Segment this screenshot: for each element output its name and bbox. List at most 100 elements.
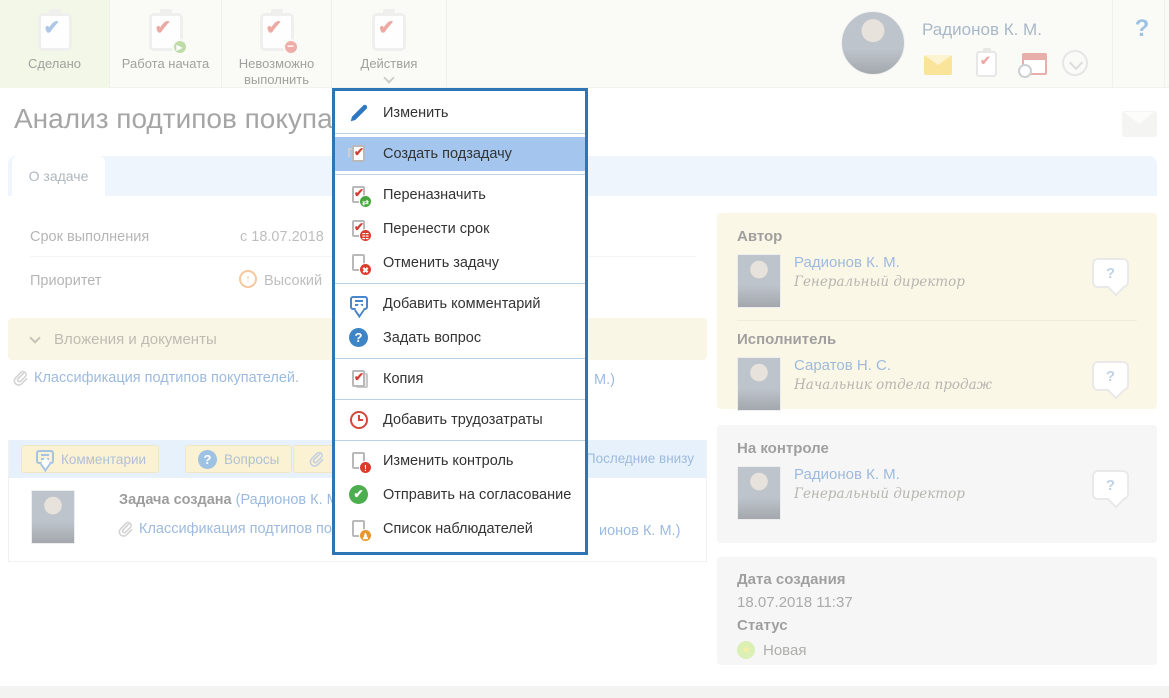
executor-avatar (737, 357, 781, 411)
actions-button[interactable]: ✔ Действия (332, 0, 447, 88)
observers-icon: ♟ (348, 518, 372, 542)
actions-dropdown-menu: Изменить ✔ Создать подзадачу ✔ ⇄ Переназн… (332, 88, 588, 555)
calendar-icon[interactable] (1018, 53, 1047, 78)
help-button[interactable]: ? (1120, 15, 1164, 43)
subtask-icon: ✔ (348, 143, 370, 165)
cancel-task-icon: ✖ (348, 252, 372, 276)
question-icon: ? (198, 449, 217, 469)
clock-icon (348, 409, 370, 431)
clipboard-check-minus-icon: ✔ − (259, 13, 299, 55)
menu-divider (335, 283, 585, 284)
menu-item-reassign[interactable]: ✔ ⇄ Переназначить (335, 178, 585, 212)
chevron-down-circle-icon[interactable] (1062, 50, 1088, 76)
meta-card: Дата создания 18.07.2018 11:37 Статус ★ … (717, 557, 1157, 665)
menu-item-reschedule[interactable]: ✔ ☷ Перенести срок (335, 212, 585, 246)
page-title: Анализ подтипов покупат (14, 103, 345, 134)
menu-item-label: Задать вопрос (383, 330, 482, 346)
menu-item-cancel-task[interactable]: ✖ Отменить задачу (335, 246, 585, 280)
menu-item-label: Создать подзадачу (383, 146, 512, 162)
menu-item-label: Добавить комментарий (383, 296, 541, 312)
attachments-section-label: Вложения и документы (54, 330, 217, 348)
author-role: Генеральный директор (794, 274, 965, 290)
comment-entry-title: Задача создана (119, 492, 232, 508)
sort-order-link[interactable]: Последние внизу (586, 451, 694, 466)
status-new-star-icon: ★ (737, 641, 755, 659)
questions-tab-button[interactable]: ? Вопросы (185, 445, 293, 473)
clipboard-check-play-icon: ✔ ▶ (148, 13, 188, 55)
menu-item-label: Изменить контроль (383, 453, 514, 469)
author-name[interactable]: Радионов К. М. (794, 254, 965, 271)
control-avatar (737, 466, 781, 520)
menu-item-observers[interactable]: ♟ Список наблюдателей (335, 512, 585, 546)
clipboard-blue-check-icon: ✔ (37, 13, 72, 51)
comment-author-avatar (31, 490, 75, 544)
comment-entry-author[interactable]: (Радионов К. М. (236, 492, 343, 508)
menu-item-label: Изменить (383, 105, 449, 121)
control-label: На контроле (737, 440, 829, 457)
menu-item-add-timesheet[interactable]: Добавить трудозатраты (335, 403, 585, 437)
paperclip-icon (309, 451, 324, 467)
menu-divider (335, 399, 585, 400)
priority-value: Высокий (264, 273, 323, 289)
priority-label: Приоритет (30, 273, 102, 289)
work-started-button[interactable]: ✔ ▶ Работа начата (110, 0, 222, 88)
control-name[interactable]: Радионов К. М. (794, 466, 965, 483)
reassign-icon: ✔ ⇄ (348, 184, 372, 208)
comments-tab-button[interactable]: Комментарии (21, 445, 160, 473)
impossible-button[interactable]: ✔ − Невозможно выполнить (222, 0, 332, 88)
send-mail-icon[interactable] (1122, 111, 1157, 137)
header-divider (1112, 0, 1113, 88)
status-value: Новая (763, 641, 807, 659)
user-avatar[interactable] (841, 11, 905, 75)
people-card: Автор Радионов К. М. Генеральный директо… (717, 213, 1157, 411)
copy-icon: ✔ (348, 368, 370, 390)
menu-item-label: Отменить задачу (383, 255, 500, 271)
mail-icon[interactable] (924, 55, 952, 75)
tab-about-task[interactable]: О задаче (12, 156, 105, 196)
executor-name[interactable]: Саратов Н. С. (794, 357, 992, 374)
question-icon: ? (348, 327, 370, 349)
comment-icon (34, 450, 54, 468)
menu-item-copy[interactable]: ✔ Копия (335, 362, 585, 396)
deadline-value: с 18.07.2018 (240, 229, 324, 245)
attachment-link-tail[interactable]: М.) (594, 372, 615, 388)
menu-item-send-approval[interactable]: ✔ Отправить на согласование (335, 478, 585, 512)
comment-attachment-link[interactable]: Классификация подтипов поку (139, 521, 346, 537)
menu-item-label: Перенести срок (383, 221, 490, 237)
comment-icon (348, 293, 370, 315)
menu-item-label: Переназначить (383, 187, 486, 203)
comment-attachment-tail[interactable]: ионов К. М.) (599, 523, 680, 539)
chevron-down-icon (29, 331, 41, 344)
menu-item-ask-question[interactable]: ? Задать вопрос (335, 321, 585, 355)
menu-item-label: Копия (383, 371, 424, 387)
control-icon: ! (348, 450, 372, 474)
done-button[interactable]: ✔ Сделано (0, 0, 110, 88)
menu-item-change-control[interactable]: ! Изменить контроль (335, 444, 585, 478)
attachment-row: Классификация подтипов покупателей. (12, 370, 299, 386)
author-person: Радионов К. М. Генеральный директор ? (737, 254, 1137, 308)
menu-divider (335, 358, 585, 359)
user-name[interactable]: Радионов К. М. (922, 20, 1042, 40)
paperclip-icon (13, 370, 28, 386)
work-started-button-label: Работа начата (121, 56, 210, 71)
control-role: Генеральный директор (794, 486, 965, 502)
ask-question-bubble-icon[interactable]: ? (1092, 470, 1129, 500)
attachment-link[interactable]: Классификация подтипов покупателей. (34, 370, 299, 386)
chevron-down-icon (383, 72, 395, 84)
menu-divider (335, 440, 585, 441)
menu-item-edit[interactable]: Изменить (335, 96, 585, 130)
menu-item-create-subtask[interactable]: ✔ Создать подзадачу (335, 137, 585, 171)
author-avatar (737, 254, 781, 308)
menu-divider (335, 133, 585, 134)
ask-question-bubble-icon[interactable]: ? (1092, 361, 1129, 391)
executor-label: Исполнитель (737, 331, 837, 348)
menu-item-add-comment[interactable]: Добавить комментарий (335, 287, 585, 321)
executor-person: Саратов Н. С. Начальник отдела продаж ? (737, 357, 1137, 411)
created-label: Дата создания (737, 571, 846, 588)
comments-tab-label: Комментарии (61, 451, 147, 467)
ask-question-bubble-icon[interactable]: ? (1092, 258, 1129, 288)
status-label: Статус (737, 617, 788, 634)
menu-item-label: Список наблюдателей (383, 521, 533, 537)
created-value: 18.07.2018 11:37 (737, 594, 853, 611)
tasks-icon[interactable] (976, 51, 997, 77)
